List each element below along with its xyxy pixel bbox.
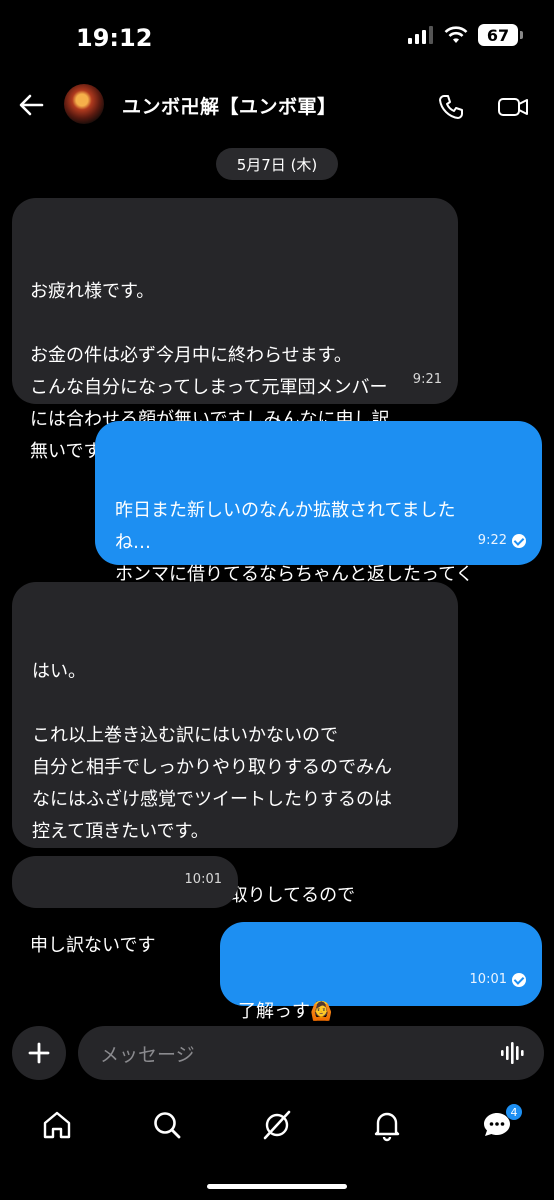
message-composer: メッセージ: [12, 1026, 544, 1082]
message-input-placeholder: メッセージ: [100, 1044, 195, 1066]
message-input[interactable]: メッセージ: [78, 1026, 544, 1080]
message-time: 10:01: [469, 972, 507, 987]
battery-indicator: 67: [478, 24, 523, 46]
video-call-icon[interactable]: [496, 92, 530, 122]
message-bubble-incoming[interactable]: はい。 これ以上巻き込む訳にはいかないので 自分と相手でしっかりやり取りするので…: [12, 582, 458, 906]
message-bubble-outgoing[interactable]: 昨日また新しいのなんか拡散されてました ね… ホンマに借りてるならちゃんと返した…: [95, 421, 542, 617]
message-time: 10:01: [184, 872, 222, 887]
read-check-icon: [512, 534, 526, 548]
tab-bar: [0, 1100, 554, 1160]
messages-badge: 4: [506, 1104, 522, 1120]
status-icons: 67: [408, 24, 523, 46]
voice-waveform-icon[interactable]: [500, 1041, 526, 1065]
notifications-bell-icon[interactable]: [370, 1108, 404, 1142]
status-time: 19:12: [76, 24, 153, 52]
grok-icon[interactable]: [260, 1108, 294, 1142]
contact-name[interactable]: ユンボ卍解【ユンボ軍】: [122, 92, 337, 119]
message-time: 9:22: [477, 533, 507, 548]
phone-icon[interactable]: [436, 92, 466, 122]
message-time: 9:21: [412, 372, 442, 387]
home-indicator: [207, 1184, 347, 1189]
search-icon[interactable]: [150, 1108, 184, 1142]
add-attachment-button[interactable]: [12, 1026, 66, 1080]
home-icon[interactable]: [40, 1108, 74, 1142]
date-divider: 5月7日 (木): [216, 148, 338, 180]
avatar[interactable]: [64, 84, 104, 124]
plus-icon: [28, 1042, 50, 1064]
chat-header: ユンボ卍解【ユンボ軍】: [0, 72, 554, 136]
message-meta: 9:22: [478, 525, 526, 557]
read-check-icon: [512, 973, 526, 987]
signal-icon: [408, 26, 433, 44]
message-text: 申し訳ないです: [30, 935, 156, 956]
message-bubble-outgoing[interactable]: 了解っす🙆 言うときます (*`･ω･)ゞ 10:01: [220, 922, 542, 1054]
message-meta: 10:01: [470, 964, 526, 996]
message-bubble-incoming[interactable]: お疲れ様です。 お金の件は必ず今月中に終わらせます。 こんな自分になってしまって…: [12, 198, 458, 462]
wifi-icon: [444, 26, 468, 43]
back-arrow-icon[interactable]: [16, 90, 46, 120]
message-bubble-incoming[interactable]: 申し訳ないです 10:01: [12, 856, 238, 956]
status-bar: 19:12 67: [0, 0, 554, 70]
